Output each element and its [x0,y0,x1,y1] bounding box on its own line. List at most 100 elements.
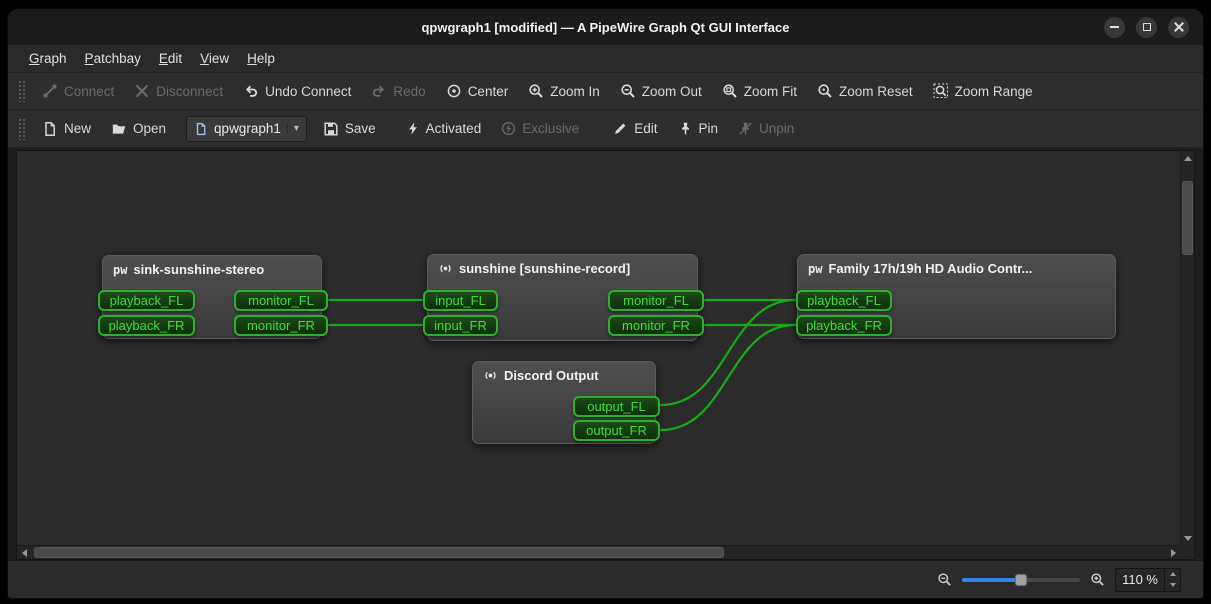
zoom-fit-button[interactable]: Zoom Fit [714,78,805,104]
center-button[interactable]: Center [438,78,517,104]
zoom-fit-label: Zoom Fit [744,84,797,99]
node-sink-sunshine-stereo[interactable]: pw sink-sunshine-stereo playback_FL play… [102,255,322,339]
zoom-spinbox[interactable]: 110 % [1115,568,1181,592]
port-discord-output-fl[interactable]: output_FL [573,396,660,417]
scroll-left-button[interactable] [17,546,31,560]
scroll-right-button[interactable] [1166,546,1180,560]
disconnect-icon [134,83,150,99]
activated-toggle[interactable]: Activated [398,116,490,141]
connect-button[interactable]: Connect [34,78,122,104]
menu-edit[interactable]: Edit [150,47,191,70]
disconnect-button[interactable]: Disconnect [126,78,231,104]
spin-up-button[interactable] [1165,569,1180,580]
connections-layer [17,151,1180,545]
port-sunshine-monitor-fr[interactable]: monitor_FR [608,315,704,336]
menu-graph[interactable]: Graph [20,47,76,70]
connect-label: Connect [64,84,114,99]
edit-toggle[interactable]: Edit [605,116,665,141]
port-family-playback-fr[interactable]: playback_FR [796,315,892,336]
horizontal-scrollbar-thumb[interactable] [34,547,724,558]
vertical-scrollbar-track[interactable] [1181,165,1194,531]
minimize-button[interactable] [1104,17,1125,38]
titlebar[interactable]: qpwgraph1 [modified] — A PipeWire Graph … [8,9,1203,45]
zoom-in-icon [528,83,544,99]
menu-patchbay[interactable]: Patchbay [76,47,150,70]
port-sunshine-monitor-fl[interactable]: monitor_FL [608,290,704,311]
open-label: Open [133,121,166,136]
maximize-button[interactable] [1136,17,1157,38]
zoom-out-button[interactable]: Zoom Out [612,78,710,104]
window-controls [1104,9,1189,45]
maximize-icon [1143,23,1151,31]
port-sink-playback-fl[interactable]: playback_FL [98,290,195,311]
exclusive-toggle[interactable]: Exclusive [493,116,587,141]
scroll-down-button[interactable] [1181,531,1195,545]
horizontal-scrollbar[interactable] [17,545,1180,559]
port-discord-output-fr[interactable]: output_FR [573,420,660,441]
node-discord-output[interactable]: Discord Output output_FL output_FR [472,361,656,444]
node-title: Discord Output [504,368,599,383]
port-family-playback-fl[interactable]: playback_FL [796,290,892,311]
window-title: qpwgraph1 [modified] — A PipeWire Graph … [8,20,1203,35]
menu-view[interactable]: View [191,47,238,70]
statusbar: 110 % [8,560,1203,598]
node-title: sink-sunshine-stereo [133,262,264,277]
zoom-in-button[interactable]: Zoom In [520,78,608,104]
port-sunshine-input-fr[interactable]: input_FR [423,315,498,336]
scroll-up-button[interactable] [1181,151,1195,165]
spin-down-icon [1170,583,1176,587]
port-sink-monitor-fl[interactable]: monitor_FL [234,290,328,311]
zoom-in-small-icon[interactable] [1090,572,1105,587]
zoom-slider[interactable] [962,572,1080,588]
graph-canvas[interactable]: pw sink-sunshine-stereo playback_FL play… [17,151,1180,545]
new-button[interactable]: New [34,116,99,142]
horizontal-scrollbar-track[interactable] [31,546,1166,559]
central-area: pw sink-sunshine-stereo playback_FL play… [8,148,1203,560]
patchbay-document-icon [194,122,208,136]
save-button[interactable]: Save [315,116,384,142]
center-icon [446,83,462,99]
close-button[interactable] [1168,17,1189,38]
pin-label: Pin [699,121,719,136]
port-sink-monitor-fr[interactable]: monitor_FR [234,315,328,336]
spin-up-icon [1170,572,1176,576]
toolbar-main: Connect Disconnect Undo Connect Redo Cen [8,73,1203,110]
app-window: qpwgraph1 [modified] — A PipeWire Graph … [8,9,1203,598]
undo-connect-button[interactable]: Undo Connect [235,78,359,104]
node-family-audio-controller[interactable]: pw Family 17h/19h HD Audio Contr... play… [797,254,1116,339]
pin-button[interactable]: Pin [670,116,727,141]
port-sink-playback-fr[interactable]: playback_FR [98,315,195,336]
toolbar-drag-handle-2[interactable] [18,118,26,140]
redo-button[interactable]: Redo [363,78,433,104]
node-sunshine[interactable]: sunshine [sunshine-record] input_FL inpu… [427,254,698,341]
zoom-fit-icon [722,83,738,99]
zoom-value[interactable]: 110 % [1116,569,1164,591]
pencil-icon [613,121,628,136]
redo-label: Redo [393,84,425,99]
patchbay-file-combo[interactable]: qpwgraph1 ▾ [186,116,307,142]
port-sunshine-input-fl[interactable]: input_FL [423,290,498,311]
vertical-scrollbar-thumb[interactable] [1182,181,1193,255]
spin-down-button[interactable] [1165,580,1180,591]
open-button[interactable]: Open [103,116,174,142]
node-title-bar: Discord Output [473,362,655,383]
node-title: sunshine [sunshine-record] [459,261,630,276]
unpin-button[interactable]: Unpin [730,116,802,141]
save-icon [323,121,339,137]
combo-dropdown-arrow[interactable]: ▾ [287,123,299,134]
menu-help[interactable]: Help [238,47,284,70]
zoom-slider-handle[interactable] [1015,574,1027,586]
speaker-icon [483,368,498,383]
zoom-range-label: Zoom Range [955,84,1033,99]
lightning-bolt-icon [406,121,420,136]
vertical-scrollbar[interactable] [1180,151,1194,545]
scrollbar-corner [1180,545,1194,559]
zoom-out-small-icon[interactable] [937,572,952,587]
zoom-range-button[interactable]: Zoom Range [925,78,1041,104]
arrow-left-icon [22,549,27,557]
pipewire-icon: pw [808,262,822,276]
node-title-bar: pw sink-sunshine-stereo [103,256,321,277]
center-label: Center [468,84,509,99]
zoom-reset-button[interactable]: Zoom Reset [809,78,921,104]
toolbar-drag-handle[interactable] [18,80,26,102]
